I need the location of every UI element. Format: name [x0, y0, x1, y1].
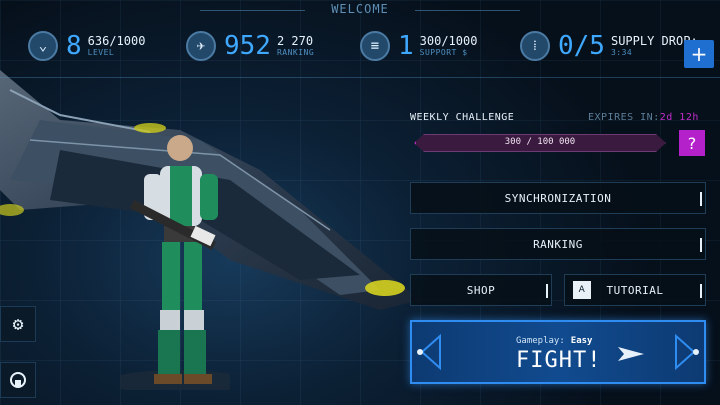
level-progress: 636/1000 — [87, 33, 146, 48]
gameplay-difficulty: Easy — [570, 336, 593, 346]
gameplay-label: Gameplay: — [516, 336, 565, 346]
welcome-divider-left — [200, 10, 305, 11]
level-label: LEVEL — [87, 48, 115, 58]
add-currency-button[interactable]: + — [684, 40, 714, 68]
ranking-button[interactable]: RANKING — [410, 228, 706, 260]
shop-button[interactable]: SHOP — [410, 274, 552, 306]
synchronization-button[interactable]: SYNCHRONIZATION — [410, 182, 706, 214]
weekly-challenge-title: WEEKLY CHALLENGE — [410, 112, 515, 123]
tutorial-icon: A — [573, 281, 591, 299]
settings-button[interactable]: ⚙ — [0, 306, 36, 342]
soldier-character — [120, 135, 230, 390]
level-stat[interactable]: ⌄ 8 636/1000 LEVEL — [28, 24, 145, 68]
challenge-expiry: EXPIRES IN:2d 12h — [588, 112, 699, 123]
rank-chevron-icon: ⌄ — [28, 31, 58, 61]
challenge-progress-bar: 300 / 100 000 — [414, 134, 666, 152]
coins-icon: ≡ — [360, 31, 390, 61]
fight-left-chevron-icon — [417, 334, 441, 370]
fight-right-chevron-icon — [675, 334, 699, 370]
ranking-points: 2 270 — [276, 33, 314, 48]
ammo-icon: ⁞ — [520, 31, 550, 61]
welcome-title: WELCOME — [331, 2, 389, 16]
wings-icon: ✈ — [186, 31, 216, 61]
fight-button[interactable]: Gameplay: Easy FIGHT! — [410, 320, 706, 384]
expires-label: EXPIRES IN: — [588, 112, 660, 123]
level-number: 8 — [66, 31, 82, 61]
challenge-help-button[interactable]: ? — [679, 130, 705, 156]
gameplay-mode: Gameplay: Easy — [516, 336, 592, 346]
challenge-progress-text: 300 / 100 000 — [504, 137, 576, 147]
support-number: 1 — [398, 31, 414, 61]
gear-icon: ⚙ — [12, 313, 24, 335]
support-stat[interactable]: ≡ 1 300/1000 SUPPORT $ — [360, 24, 477, 68]
expires-time: 2d 12h — [659, 112, 699, 123]
headset-icon — [10, 372, 26, 388]
support-label: SUPPORT $ — [419, 48, 468, 58]
jet-arrow-icon — [618, 347, 644, 361]
tutorial-label: TUTORIAL — [606, 283, 664, 297]
fight-label: FIGHT! — [516, 348, 602, 373]
welcome-divider-right — [415, 10, 520, 11]
ranking-number: 952 — [224, 31, 271, 61]
support-progress: 300/1000 — [419, 33, 478, 48]
tutorial-button[interactable]: A TUTORIAL — [564, 274, 706, 306]
supply-drop-count: 0/5 — [558, 31, 605, 61]
ranking-stat[interactable]: ✈ 952 2 270 RANKING — [186, 24, 314, 68]
support-button[interactable] — [0, 362, 36, 398]
ranking-label: RANKING — [276, 48, 315, 58]
supply-drop-stat[interactable]: ⁞ 0/5 SUPPLY DROP: 3:34 — [520, 24, 698, 68]
